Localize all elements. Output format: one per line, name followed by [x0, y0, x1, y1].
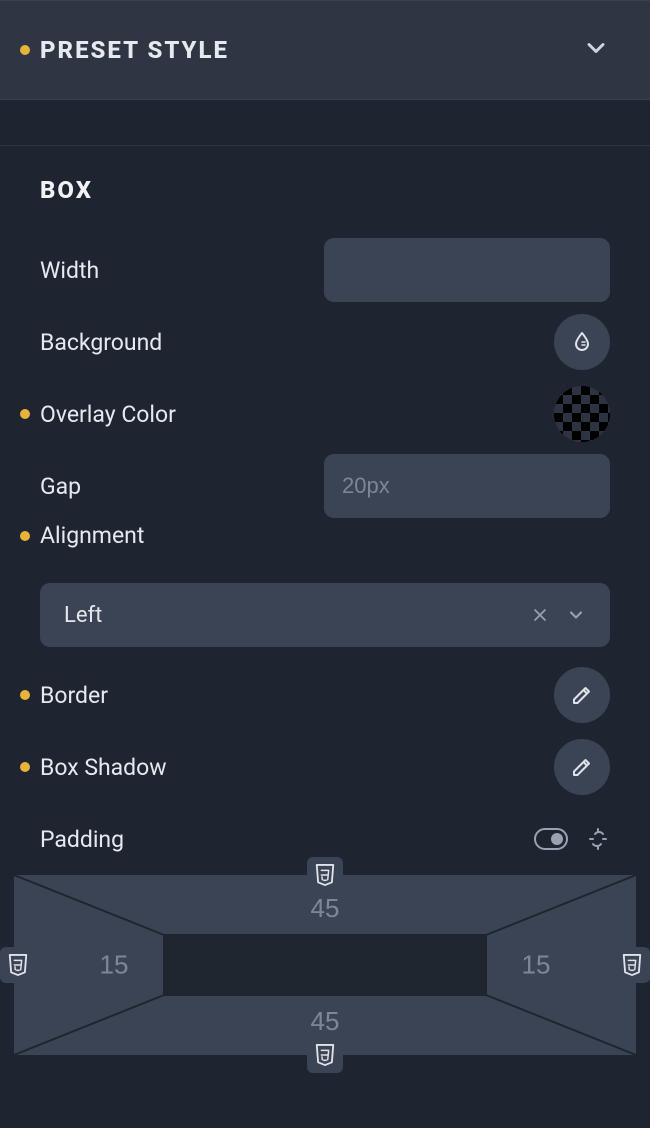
chevron-down-icon: [566, 605, 586, 625]
box-section-title: BOX: [0, 176, 650, 204]
box-shadow-row: Box Shadow: [0, 731, 650, 803]
pencil-icon: [570, 683, 594, 707]
overlay-color-swatch[interactable]: [554, 386, 610, 442]
css3-icon: [621, 953, 643, 977]
alignment-value: Left: [64, 603, 102, 628]
clear-icon[interactable]: [530, 605, 550, 625]
padding-bottom-unit-button[interactable]: [307, 1037, 343, 1073]
modified-indicator-icon: [20, 690, 30, 700]
gap-input[interactable]: [324, 454, 610, 518]
padding-bottom-input[interactable]: [295, 1006, 355, 1037]
alignment-row: Alignment: [0, 522, 650, 573]
modified-indicator-icon: [20, 762, 30, 772]
gap-row: Gap: [0, 450, 650, 522]
box-shadow-edit-button[interactable]: [554, 739, 610, 795]
padding-label: Padding: [40, 826, 124, 853]
border-edit-button[interactable]: [554, 667, 610, 723]
alignment-label: Alignment: [40, 522, 144, 549]
padding-editor-wrap: [0, 875, 650, 1075]
background-picker-button[interactable]: [554, 314, 610, 370]
modified-indicator-icon: [20, 45, 30, 55]
preset-style-accordion[interactable]: PRESET STYLE: [0, 0, 650, 100]
droplet-icon: [570, 330, 594, 354]
modified-indicator-icon: [20, 409, 30, 419]
padding-right-unit-button[interactable]: [614, 947, 650, 983]
section-divider: [0, 100, 650, 146]
gap-label: Gap: [40, 473, 81, 500]
border-label: Border: [40, 682, 108, 709]
padding-right-input[interactable]: [506, 950, 566, 981]
padding-left-input[interactable]: [84, 950, 144, 981]
css3-icon: [314, 863, 336, 887]
padding-left-unit-button[interactable]: [0, 947, 36, 983]
overlay-color-label: Overlay Color: [40, 401, 176, 428]
box-panel: BOX Width Background Overlay Color: [0, 146, 650, 1075]
width-input[interactable]: [324, 238, 610, 302]
background-row: Background: [0, 306, 650, 378]
padding-top-input[interactable]: [295, 893, 355, 924]
overlay-color-row: Overlay Color: [0, 378, 650, 450]
width-row: Width: [0, 234, 650, 306]
box-shadow-label: Box Shadow: [40, 754, 167, 781]
alignment-dropdown[interactable]: Left: [40, 583, 610, 647]
border-row: Border: [0, 659, 650, 731]
accordion-title: PRESET STYLE: [40, 36, 229, 64]
unlink-icon[interactable]: [586, 827, 610, 851]
gap-input-combo: [324, 454, 610, 518]
width-input-combo: [324, 238, 610, 302]
css3-icon: [7, 953, 29, 977]
padding-toggle[interactable]: [534, 828, 568, 850]
padding-top-unit-button[interactable]: [307, 857, 343, 893]
chevron-down-icon: [582, 34, 610, 66]
pencil-icon: [570, 755, 594, 779]
modified-indicator-icon: [20, 531, 30, 541]
width-label: Width: [40, 257, 99, 284]
css3-icon: [314, 1043, 336, 1067]
padding-editor: [14, 875, 636, 1055]
background-label: Background: [40, 329, 162, 356]
